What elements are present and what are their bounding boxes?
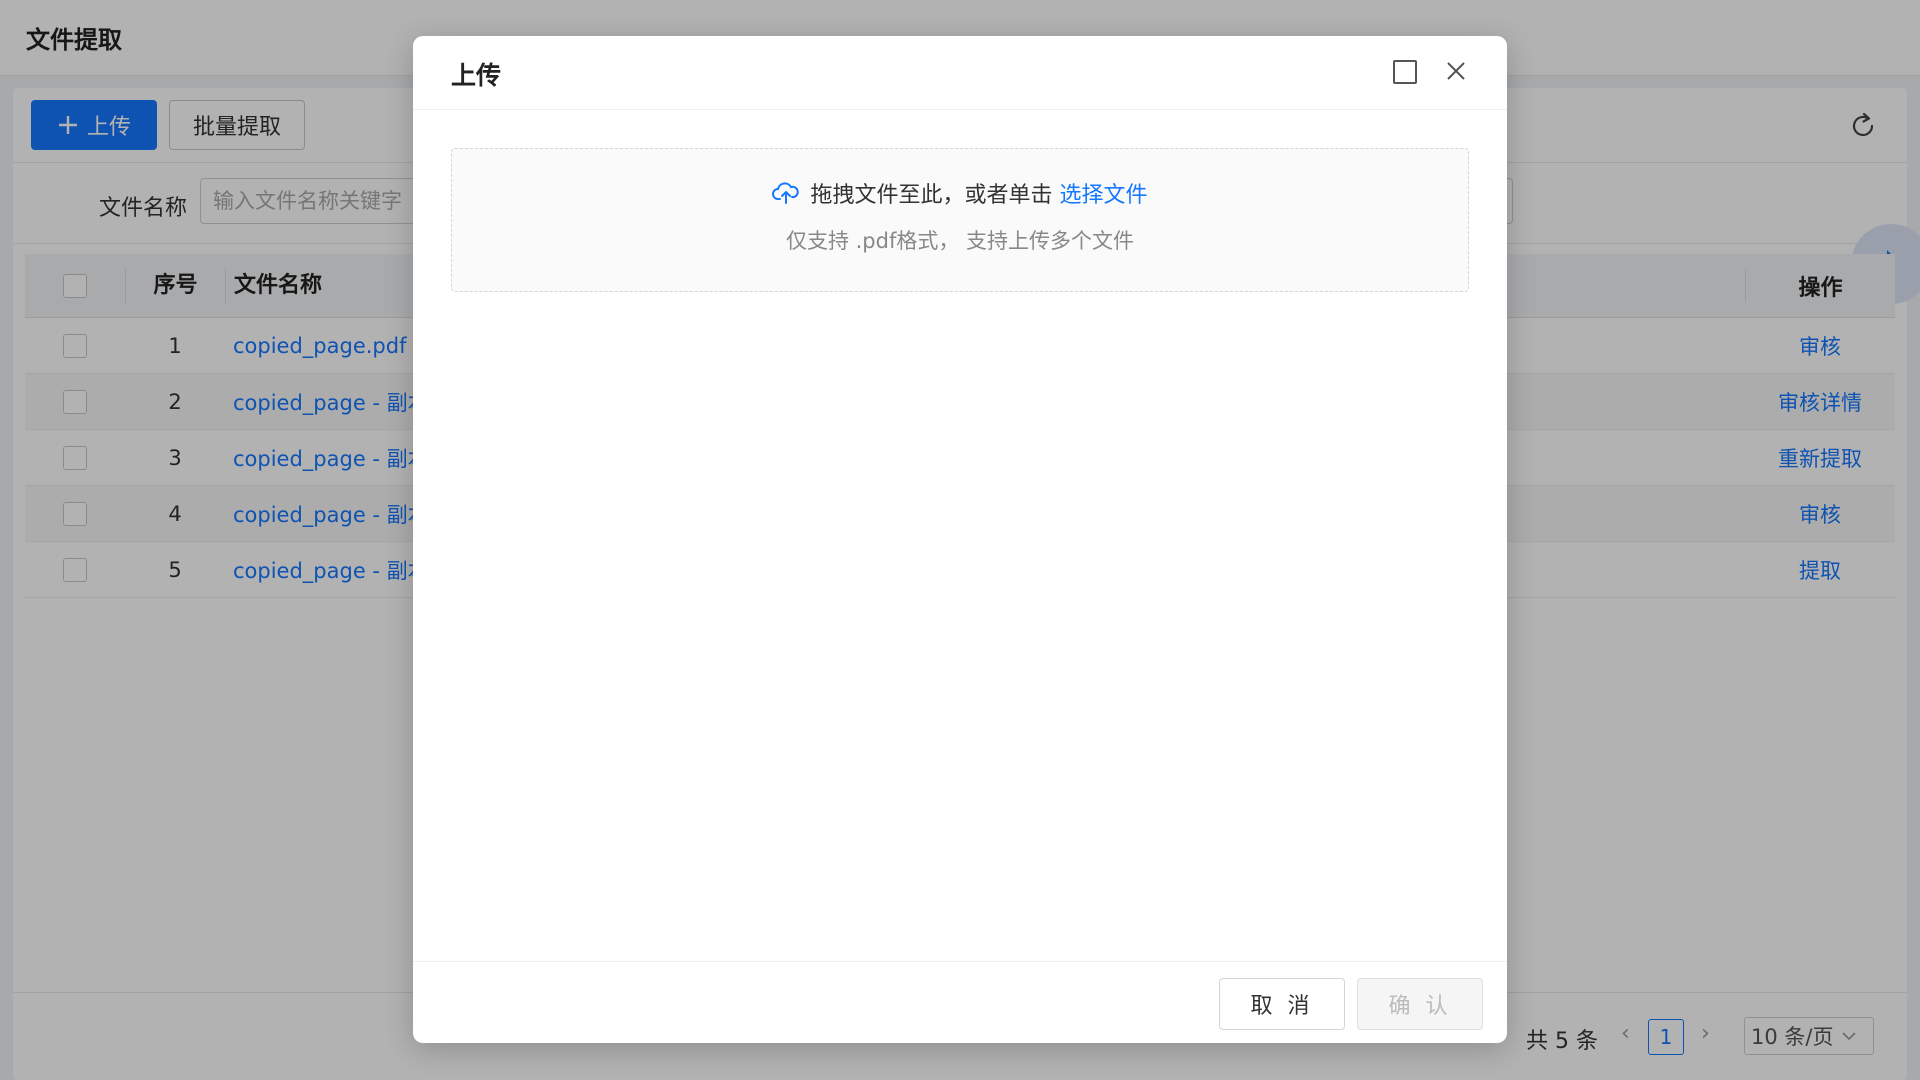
maximize-icon[interactable] (1393, 60, 1417, 84)
file-dropzone[interactable]: 拖拽文件至此，或者单击 选择文件 仅支持 .pdf格式， 支持上传多个文件 (451, 148, 1469, 292)
dropzone-instructions: 拖拽文件至此，或者单击 选择文件 (452, 177, 1468, 209)
dropzone-text: 拖拽文件至此，或者单击 (810, 183, 1053, 208)
dropzone-hint: 仅支持 .pdf格式， 支持上传多个文件 (785, 229, 1135, 253)
upload-dialog: 上传 拖拽文件至此，或者单击 选择文件 仅支持 .pdf格式， 支持上传多个文件… (413, 36, 1507, 1043)
dialog-header: 上传 (413, 36, 1507, 110)
confirm-button[interactable]: 确 认 (1357, 978, 1483, 1030)
cancel-button[interactable]: 取 消 (1219, 978, 1345, 1030)
dialog-footer: 取 消 确 认 (413, 961, 1507, 1043)
dialog-title: 上传 (451, 61, 502, 90)
close-icon[interactable] (1443, 58, 1469, 84)
select-file-link[interactable]: 选择文件 (1060, 183, 1148, 208)
upload-cloud-icon (772, 182, 800, 204)
